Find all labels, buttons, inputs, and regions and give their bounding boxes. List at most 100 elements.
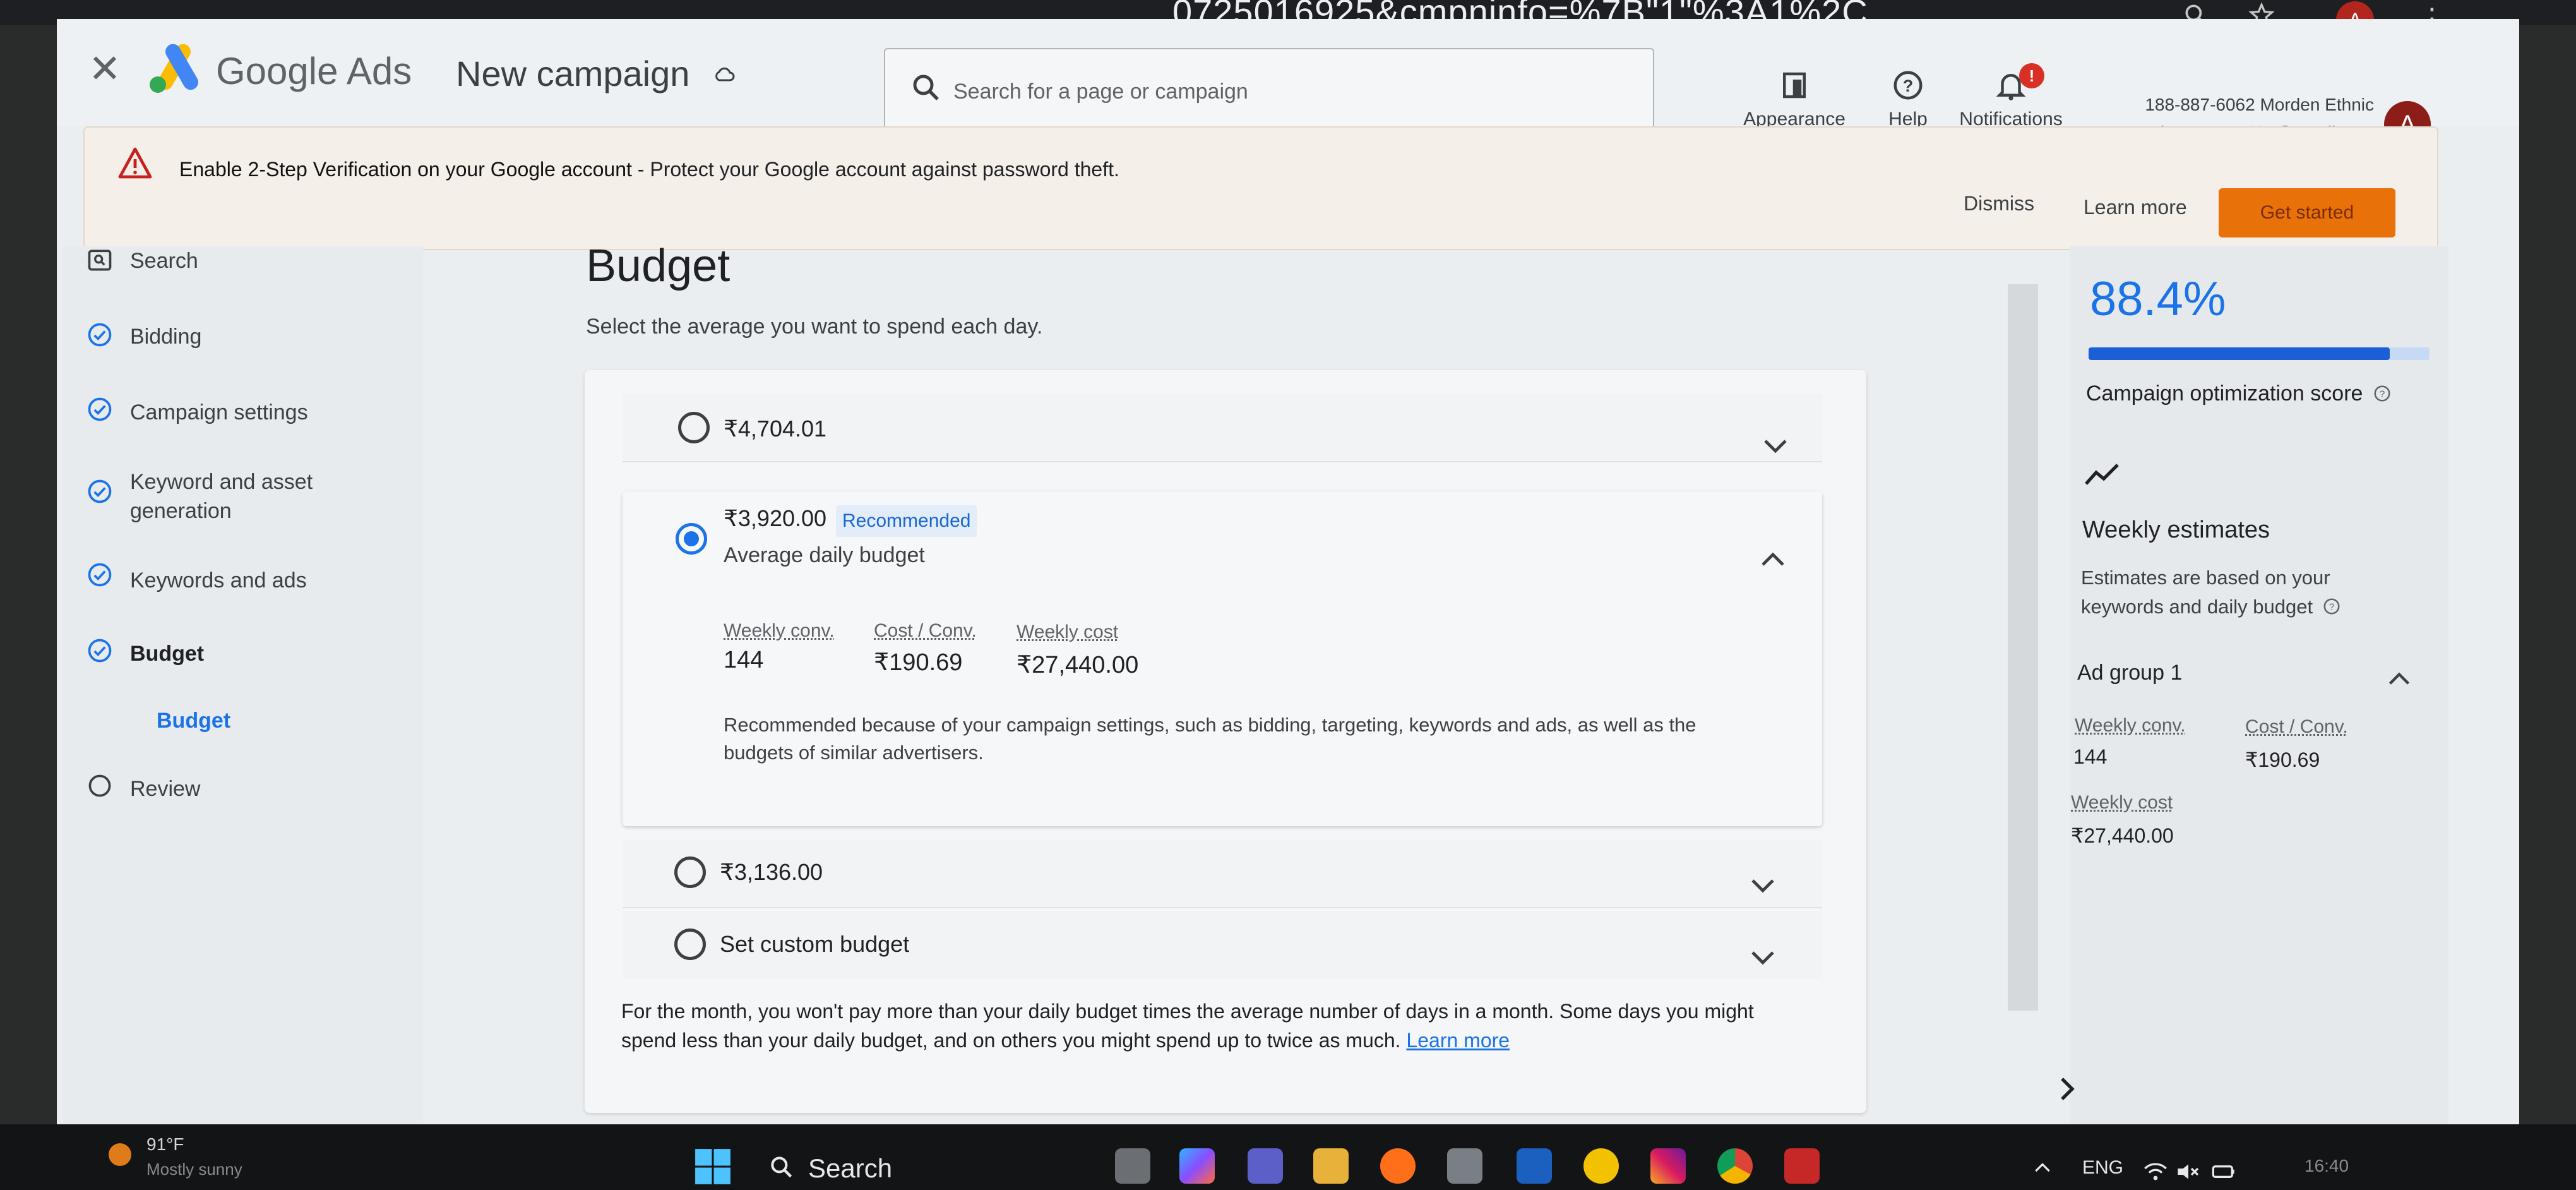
main-scrollbar[interactable] bbox=[2008, 284, 2038, 1011]
cloud-saved-icon bbox=[713, 67, 735, 82]
panel-expand-chevron-icon[interactable] bbox=[2056, 1074, 2078, 1104]
metric-label-cost-conv: Cost / Conv. bbox=[874, 620, 977, 641]
weekly-estimates-subtitle: Estimates are based on your keywords and… bbox=[2081, 563, 2409, 622]
notifications-button[interactable]: Notifications bbox=[1951, 68, 2071, 130]
recommendation-note: Recommended because of your campaign set… bbox=[724, 714, 1696, 764]
monthly-spend-note: For the month, you won't pay more than y… bbox=[621, 997, 1789, 1055]
help-icon: ? bbox=[2374, 385, 2390, 402]
chevron-down-icon[interactable] bbox=[1749, 949, 1777, 968]
banner-detail: - Protect your Google account against pa… bbox=[631, 158, 1119, 181]
sidebar-item-campaign-settings[interactable]: Campaign settings bbox=[130, 398, 308, 427]
copilot-icon[interactable] bbox=[1179, 1148, 1215, 1184]
panel-value-weekly-cost: ₹27,440.00 bbox=[2071, 824, 2174, 847]
sidebar-item-review[interactable]: Review bbox=[130, 774, 200, 803]
security-banner bbox=[83, 126, 2438, 250]
wifi-icon[interactable] bbox=[2143, 1162, 2168, 1181]
app-yellow-icon[interactable] bbox=[1583, 1148, 1619, 1184]
budget-radio-2[interactable] bbox=[676, 523, 707, 555]
tray-chevron-up-icon[interactable] bbox=[2033, 1161, 2052, 1174]
sidebar-item-keyword-asset-generation[interactable]: Keyword and asset generation bbox=[130, 467, 313, 526]
store-icon[interactable] bbox=[1447, 1148, 1482, 1184]
weekly-estimates-text: Estimates are based on your keywords and… bbox=[2081, 567, 2330, 618]
panel-label-cost-conv: Cost / Conv. bbox=[2245, 716, 2348, 737]
metric-value-weekly-conv: 144 bbox=[724, 647, 764, 673]
optimization-score-label: Campaign optimization score ? bbox=[2086, 382, 2392, 406]
budget-amount-2: ₹3,920.00 bbox=[724, 505, 827, 531]
learn-more-button[interactable]: Learn more bbox=[2084, 196, 2187, 219]
budget-radio-custom[interactable] bbox=[674, 929, 706, 960]
panel-label-weekly-cost: Weekly cost bbox=[2071, 792, 2173, 813]
sidebar-item-keywords-ads[interactable]: Keywords and ads bbox=[130, 566, 307, 595]
volume-muted-icon[interactable] bbox=[2176, 1162, 2201, 1181]
app-l-icon[interactable] bbox=[1517, 1148, 1552, 1184]
monthly-note-text: For the month, you won't pay more than y… bbox=[621, 1000, 1754, 1052]
battery-icon[interactable] bbox=[2211, 1162, 2236, 1181]
appearance-icon bbox=[1783, 72, 1806, 99]
budget-caption: Average daily budget bbox=[724, 543, 925, 567]
search-campaign-icon bbox=[86, 246, 114, 274]
panel-value-weekly-conv: 144 bbox=[2073, 745, 2108, 768]
check-circle-icon bbox=[86, 478, 114, 505]
banner-title: Enable 2-Step Verification on your Googl… bbox=[179, 158, 632, 181]
appearance-button[interactable]: Appearance bbox=[1738, 68, 1851, 130]
weather-temperature: 91°F bbox=[146, 1134, 184, 1154]
file-explorer-icon[interactable] bbox=[1313, 1148, 1349, 1184]
sidebar-item-search[interactable]: Search bbox=[130, 246, 198, 275]
teams-icon[interactable] bbox=[1248, 1148, 1283, 1184]
metric-value-cost-conv: ₹190.69 bbox=[874, 649, 963, 676]
product-name: Google Ads bbox=[216, 50, 412, 92]
page-title: New campaign bbox=[456, 54, 690, 93]
check-circle-icon bbox=[86, 637, 114, 664]
close-icon[interactable]: ✕ bbox=[88, 44, 121, 95]
task-view-icon[interactable] bbox=[1115, 1148, 1150, 1184]
help-icon: ? bbox=[1893, 71, 1923, 100]
dismiss-button[interactable]: Dismiss bbox=[1964, 192, 2034, 215]
optimization-score-bar bbox=[2089, 347, 2390, 360]
metric-value-weekly-cost: ₹27,440.00 bbox=[1017, 652, 1139, 678]
weekly-estimates-title: Weekly estimates bbox=[2082, 517, 2270, 543]
chevron-up-icon[interactable] bbox=[1759, 550, 1787, 568]
taskbar-search-icon bbox=[768, 1153, 796, 1181]
warning-icon bbox=[117, 147, 153, 179]
banner-message: Enable 2-Step Verification on your Googl… bbox=[179, 158, 1119, 181]
section-subtitle: Select the average you want to spend eac… bbox=[586, 315, 1043, 339]
svg-text:?: ? bbox=[2329, 602, 2334, 613]
budget-radio-1[interactable] bbox=[678, 412, 710, 443]
taskbar-search[interactable]: Search bbox=[808, 1153, 892, 1184]
help-button[interactable]: ? Help bbox=[1876, 68, 1940, 130]
chevron-down-icon[interactable] bbox=[1762, 437, 1789, 456]
google-ads-logo bbox=[146, 44, 205, 95]
sidebar-item-bidding[interactable]: Bidding bbox=[130, 322, 201, 351]
sidebar-item-label: Keyword and asset bbox=[130, 470, 313, 494]
help-icon: ? bbox=[2323, 598, 2340, 615]
section-title: Budget bbox=[586, 241, 730, 291]
empty-circle-icon bbox=[86, 772, 114, 800]
custom-budget-label: Set custom budget bbox=[720, 931, 910, 957]
get-started-button[interactable]: Get started bbox=[2219, 188, 2395, 237]
chevron-down-icon[interactable] bbox=[1749, 877, 1777, 896]
language-indicator[interactable]: ENG bbox=[2082, 1157, 2123, 1179]
check-circle-icon bbox=[86, 395, 114, 423]
ad-group-title: Ad group 1 bbox=[2077, 661, 2183, 685]
chrome-icon[interactable] bbox=[1717, 1148, 1753, 1184]
app-red-icon[interactable] bbox=[1784, 1148, 1820, 1184]
sidebar-subitem-budget[interactable]: Budget bbox=[157, 706, 230, 735]
budget-radio-3[interactable] bbox=[674, 856, 706, 888]
firefox-icon[interactable] bbox=[1380, 1148, 1416, 1184]
sidebar-item-budget[interactable]: Budget bbox=[130, 639, 204, 668]
search-icon bbox=[909, 71, 943, 105]
optimization-score-value: 88.4% bbox=[2090, 272, 2226, 326]
sidebar-item-label-line2: generation bbox=[130, 499, 232, 523]
check-circle-icon bbox=[86, 561, 114, 589]
windows-start-icon[interactable] bbox=[693, 1147, 732, 1186]
monthly-learn-more-link[interactable]: Learn more bbox=[1406, 1029, 1510, 1052]
taskbar-clock[interactable]: 16:40 bbox=[2305, 1156, 2349, 1176]
chevron-up-icon[interactable] bbox=[2387, 670, 2412, 687]
account-customer-id: 188-887-6062 Morden Ethnic bbox=[2145, 95, 2374, 114]
budget-option-2[interactable] bbox=[623, 491, 1822, 826]
trending-icon bbox=[2084, 461, 2121, 489]
instagram-icon[interactable] bbox=[1650, 1148, 1686, 1184]
budget-amount-3: ₹3,136.00 bbox=[720, 859, 823, 885]
recommended-badge: Recommended bbox=[836, 505, 977, 537]
metric-label-weekly-conv: Weekly conv. bbox=[724, 620, 835, 641]
